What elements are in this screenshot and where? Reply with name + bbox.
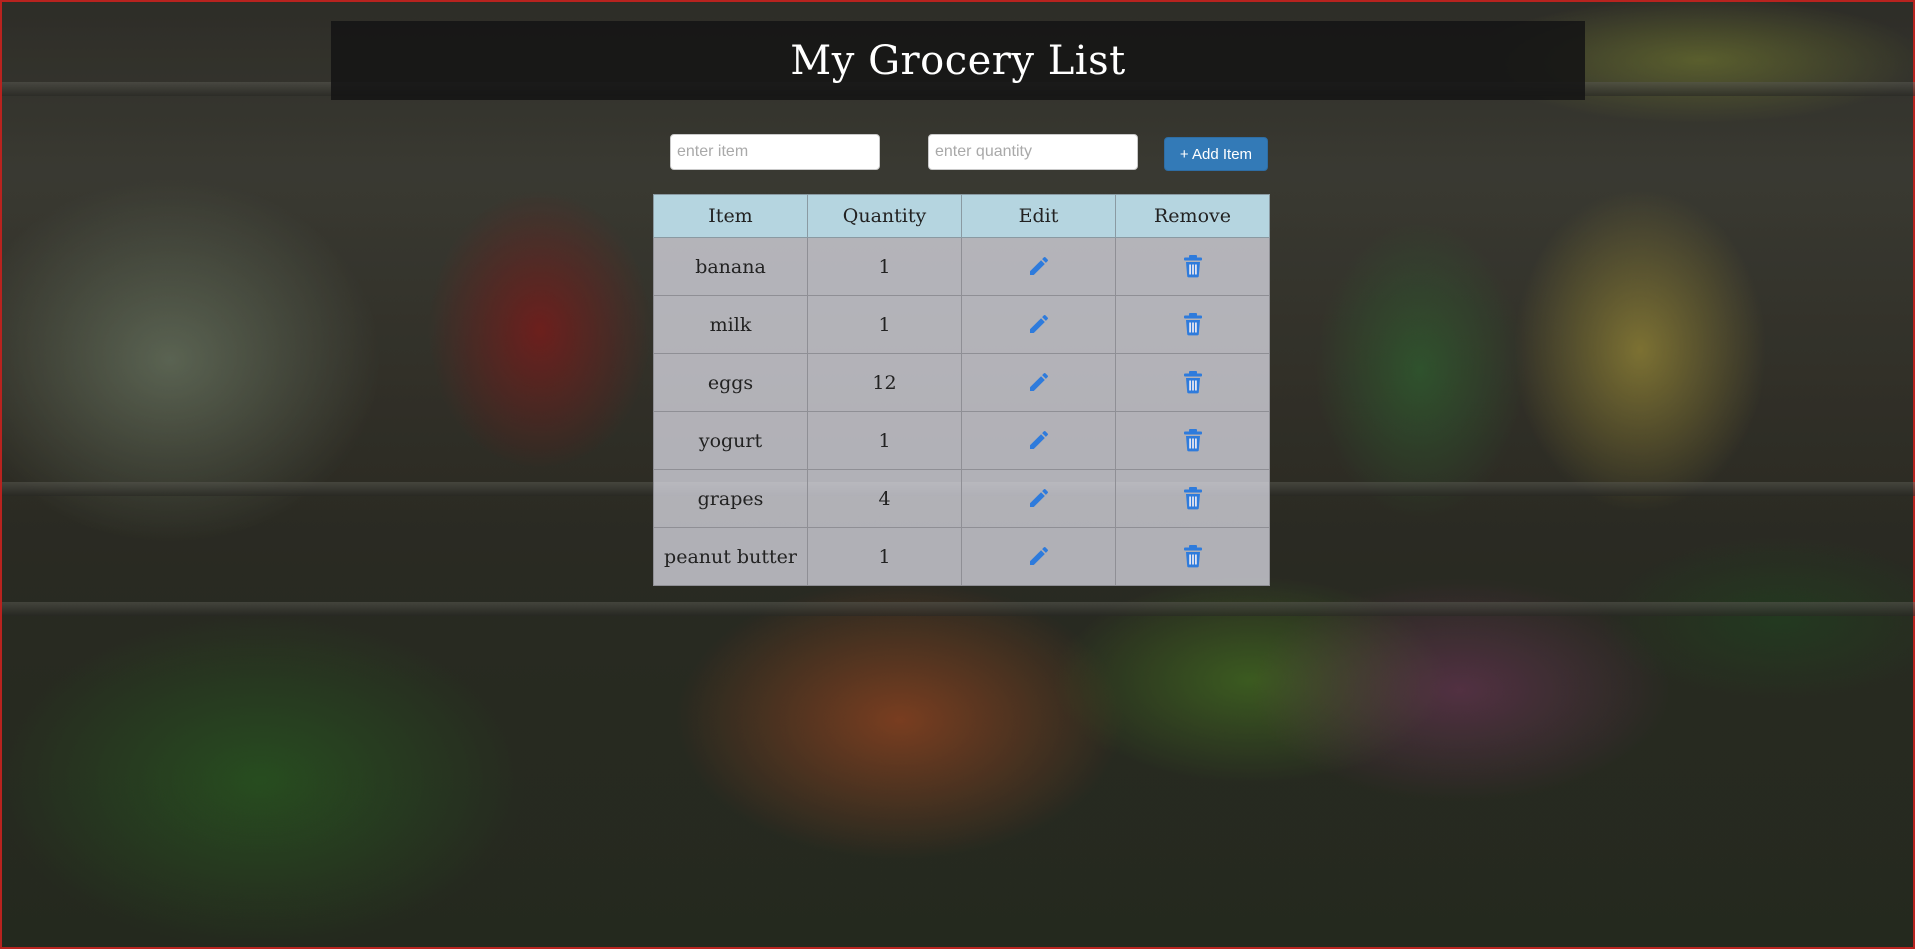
trash-icon[interactable] <box>1178 483 1208 513</box>
header-row: Item Quantity Edit Remove <box>653 194 1270 238</box>
item-quantity: 12 <box>807 353 962 412</box>
item-input[interactable] <box>670 134 880 170</box>
header-bar: My Grocery List <box>331 21 1585 100</box>
item-name: grapes <box>653 469 808 528</box>
table-row: eggs 12 <box>653 353 1270 412</box>
pencil-icon[interactable] <box>1024 367 1054 397</box>
edit-cell <box>961 295 1116 354</box>
item-quantity: 1 <box>807 411 962 470</box>
column-header-edit: Edit <box>961 194 1116 238</box>
remove-cell <box>1115 469 1270 528</box>
page-title: My Grocery List <box>790 37 1126 84</box>
trash-icon[interactable] <box>1178 309 1208 339</box>
edit-cell <box>961 527 1116 586</box>
item-quantity: 1 <box>807 237 962 296</box>
trash-icon[interactable] <box>1178 251 1208 281</box>
item-name: peanut butter <box>653 527 808 586</box>
table-row: banana 1 <box>653 237 1270 296</box>
quantity-input[interactable] <box>928 134 1138 170</box>
column-header-item: Item <box>653 194 808 238</box>
trash-icon[interactable] <box>1178 425 1208 455</box>
add-item-button[interactable]: + Add Item <box>1164 137 1268 171</box>
table-row: milk 1 <box>653 295 1270 354</box>
item-quantity: 1 <box>807 295 962 354</box>
table-row: peanut butter 1 <box>653 527 1270 586</box>
item-quantity: 4 <box>807 469 962 528</box>
remove-cell <box>1115 527 1270 586</box>
item-name: eggs <box>653 353 808 412</box>
pencil-icon[interactable] <box>1024 483 1054 513</box>
item-name: yogurt <box>653 411 808 470</box>
item-name: banana <box>653 237 808 296</box>
column-header-remove: Remove <box>1115 194 1270 238</box>
item-quantity: 1 <box>807 527 962 586</box>
edit-cell <box>961 237 1116 296</box>
remove-cell <box>1115 237 1270 296</box>
table-body: banana 1 milk 1 eggs 12 yogurt 1 grapes 4 peanut b… <box>653 237 1270 586</box>
item-name: milk <box>653 295 808 354</box>
pencil-icon[interactable] <box>1024 541 1054 571</box>
edit-cell <box>961 411 1116 470</box>
column-header-quantity: Quantity <box>807 194 962 238</box>
grocery-table: Item Quantity Edit Remove banana 1 milk 1 eg… <box>653 194 1270 586</box>
table-header: Item Quantity Edit Remove <box>653 194 1270 238</box>
remove-cell <box>1115 353 1270 412</box>
trash-icon[interactable] <box>1178 541 1208 571</box>
edit-cell <box>961 353 1116 412</box>
table-row: yogurt 1 <box>653 411 1270 470</box>
pencil-icon[interactable] <box>1024 425 1054 455</box>
edit-cell <box>961 469 1116 528</box>
table-row: grapes 4 <box>653 469 1270 528</box>
pencil-icon[interactable] <box>1024 251 1054 281</box>
pencil-icon[interactable] <box>1024 309 1054 339</box>
trash-icon[interactable] <box>1178 367 1208 397</box>
remove-cell <box>1115 295 1270 354</box>
remove-cell <box>1115 411 1270 470</box>
